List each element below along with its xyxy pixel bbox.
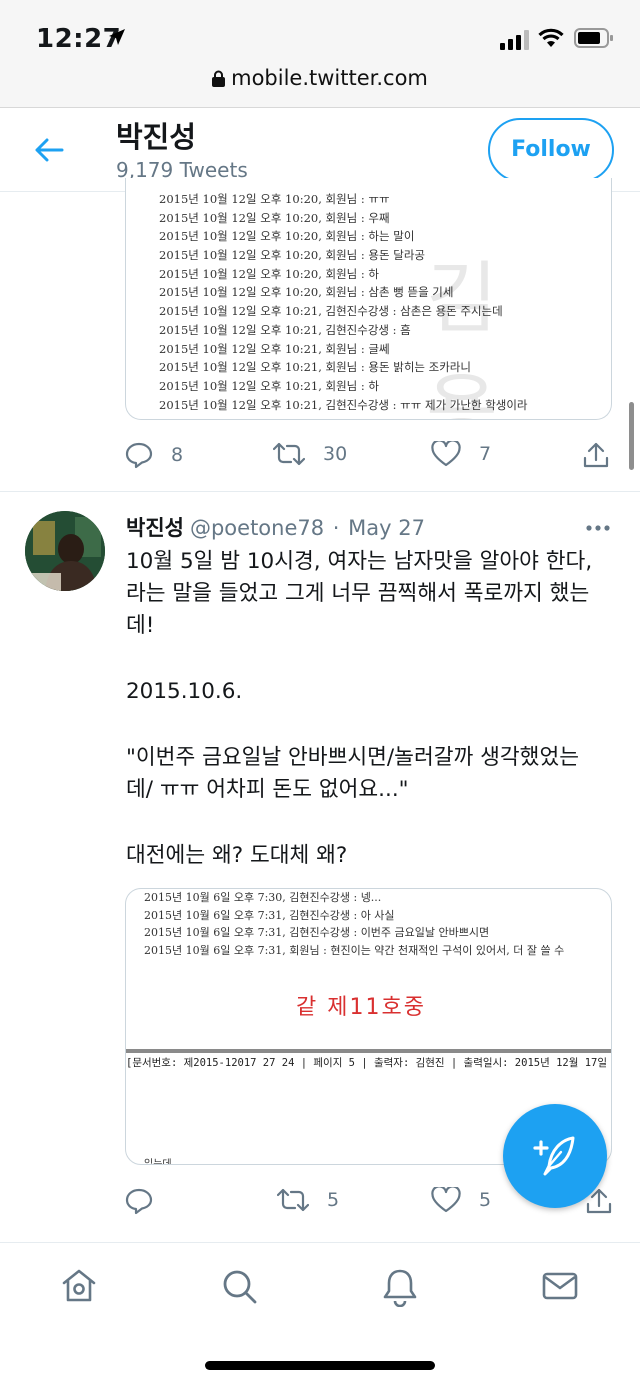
more-options-icon[interactable] bbox=[586, 525, 610, 531]
retweet-icon bbox=[277, 1188, 309, 1212]
author-name[interactable]: 박진성 bbox=[126, 516, 184, 540]
tweet-divider bbox=[0, 491, 640, 492]
author-handle[interactable]: @poetone78 bbox=[190, 516, 324, 540]
meta-separator: · bbox=[332, 516, 340, 540]
image-text-line: 2015년 10월 12일 오후 10:20, 회원님 : 우째 bbox=[159, 210, 390, 225]
home-indicator bbox=[205, 1361, 435, 1370]
image-footer: [문서번호: 제2015-12017 27 24 | 페이지 5 | 출력자: … bbox=[126, 1057, 612, 1069]
tweet-text-line: "이번주 금요일날 안바쁘시면/놀러갈까 생각했었는 bbox=[126, 745, 580, 770]
image-text-line: 2015년 10월 12일 오후 10:21, 김현진수강생 : ㅠㅠ 제가 가… bbox=[159, 397, 528, 412]
tweet-text-line: 2015.10.6. bbox=[126, 679, 243, 704]
search-icon[interactable] bbox=[220, 1267, 258, 1305]
image-bottom-text: 있는데 bbox=[144, 1159, 172, 1165]
tweet-text-line: 데/ ㅠㅠ 어차피 돈도 없어요..." bbox=[126, 777, 409, 802]
tweet-image[interactable]: 김 용 2015년 10월 12일 오후 10:20, 회원님 : ㅠㅠ 2015… bbox=[125, 178, 612, 420]
image-text-line: 2015년 10월 12일 오후 10:21, 회원님 : 하 bbox=[159, 378, 380, 393]
image-text-line: 2015년 10월 12일 오후 10:20, 회원님 : 하 bbox=[159, 266, 380, 281]
image-text-line: 2015년 10월 12일 오후 10:21, 회원님 : 글쎄 bbox=[159, 341, 390, 356]
follow-button[interactable]: Follow bbox=[488, 118, 614, 182]
notifications-bell-icon[interactable] bbox=[381, 1267, 419, 1307]
image-divider bbox=[126, 1049, 611, 1053]
tweet-date[interactable]: May 27 bbox=[348, 516, 425, 540]
retweet-icon bbox=[273, 442, 305, 466]
avatar[interactable] bbox=[25, 511, 105, 591]
heart-icon bbox=[431, 1187, 461, 1213]
tweet-text-line: 데! bbox=[126, 613, 155, 638]
retweet-count: 30 bbox=[323, 443, 348, 465]
scrollbar[interactable] bbox=[629, 402, 634, 470]
image-text-line: 2015년 10월 6일 오후 7:31, 김현진수강생 : 이번주 금요일날 … bbox=[144, 926, 490, 939]
like-action[interactable]: 5 bbox=[431, 1187, 491, 1213]
image-text-line: 2015년 10월 12일 오후 10:21, 김현진수강생 : 삼촌은 용돈 … bbox=[159, 304, 503, 319]
tweet-actions: 8 30 7 bbox=[125, 441, 615, 471]
stamp-text: 같 제11호중 bbox=[296, 995, 426, 1020]
tweet-text-line: 10월 5일 밤 10시경, 여자는 남자맛을 알아야 한다, bbox=[126, 549, 593, 574]
lock-icon bbox=[212, 70, 226, 87]
image-text-line: 2015년 10월 12일 오후 10:20, 회원님 : 하는 말이 bbox=[159, 229, 415, 244]
image-text-line: 2015년 10월 12일 오후 10:21, 회원님 : 용돈 밝히는 조카라… bbox=[159, 360, 471, 375]
image-text-line: 2015년 10월 6일 오후 7:31, 회원님 : 현진이는 약간 천재적인… bbox=[144, 943, 565, 957]
like-count: 5 bbox=[479, 1189, 492, 1211]
wifi-icon bbox=[538, 28, 564, 47]
reply-action[interactable] bbox=[125, 1187, 171, 1215]
back-arrow-icon[interactable] bbox=[34, 138, 64, 162]
image-text-line: 2015년 10월 12일 오후 10:21, 김현진수강생 : 흠 bbox=[159, 322, 411, 337]
messages-envelope-icon[interactable] bbox=[541, 1267, 579, 1305]
reply-action[interactable]: 8 bbox=[125, 441, 183, 469]
image-text-lines: 2015년 10월 12일 오후 10:20, 회원님 : ㅠㅠ 2015년 10… bbox=[126, 190, 528, 414]
address-bar[interactable]: mobile.twitter.com bbox=[0, 66, 640, 90]
like-action[interactable]: 7 bbox=[431, 441, 491, 467]
share-action[interactable] bbox=[582, 441, 628, 469]
image-text-line: 2015년 10월 12일 오후 10:20, 회원님 : 삼촌 뻥 뜯을 기세 bbox=[159, 285, 454, 300]
image-stamp: 같 제11호중 bbox=[296, 989, 426, 1021]
image-text-line: 2015년 10월 6일 오후 7:30, 김현진수강생 : 넹... bbox=[144, 891, 382, 904]
status-bar: 12:27 mobile.twitter.com bbox=[0, 0, 640, 108]
retweet-action[interactable]: 5 bbox=[277, 1187, 339, 1213]
location-arrow-icon bbox=[109, 29, 125, 45]
image-text-line: 2015년 10월 12일 오후 10:20, 회원님 : 용돈 달라공 bbox=[159, 248, 425, 263]
compose-feather-icon bbox=[533, 1136, 575, 1176]
reply-count: 8 bbox=[171, 444, 184, 466]
image-text-line: 2015년 10월 12일 오후 10:20, 회원님 : ㅠㅠ bbox=[159, 192, 390, 206]
battery-icon bbox=[574, 28, 613, 48]
compose-tweet-button[interactable] bbox=[503, 1104, 607, 1208]
cellular-signal-icon bbox=[500, 30, 529, 50]
like-count: 7 bbox=[479, 443, 492, 465]
url-text: mobile.twitter.com bbox=[231, 66, 428, 90]
reply-icon bbox=[125, 442, 153, 469]
retweet-action[interactable]: 30 bbox=[273, 441, 347, 467]
heart-icon bbox=[431, 441, 461, 467]
tweet-header: 박진성 @poetone78 · May 27 bbox=[126, 512, 425, 542]
bottom-navigation bbox=[0, 1242, 640, 1386]
image-text-lines: 2015년 10월 6일 오후 7:30, 김현진수강생 : 넹... 2015년… bbox=[126, 889, 564, 959]
image-text-line: 2015년 10월 6일 오후 7:31, 김현진수강생 : 아 사실 bbox=[144, 908, 395, 922]
tweet-text-line: 대전에는 왜? 도대체 왜? bbox=[126, 843, 348, 868]
share-icon bbox=[583, 442, 609, 468]
retweet-count: 5 bbox=[327, 1189, 340, 1211]
profile-name: 박진성 bbox=[116, 120, 197, 154]
home-icon[interactable] bbox=[60, 1267, 98, 1305]
tweet-text-line: 라는 말을 들었고 그게 너무 끔찍해서 폭로까지 했는 bbox=[126, 581, 590, 606]
reply-icon bbox=[125, 1188, 153, 1215]
